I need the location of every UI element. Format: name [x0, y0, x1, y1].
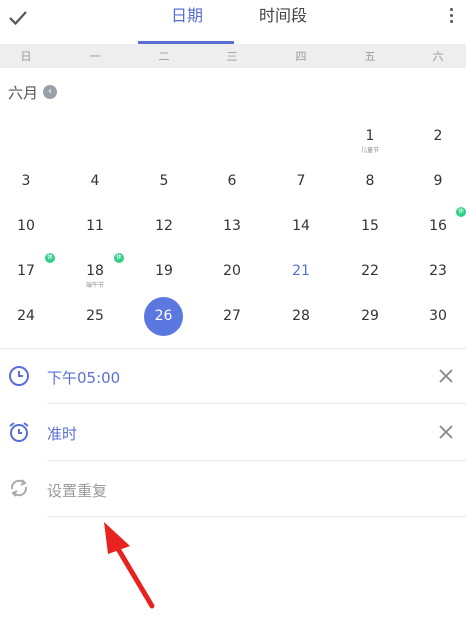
- rest-badge: 休: [456, 207, 466, 217]
- day-2[interactable]: 2: [418, 128, 458, 144]
- more-options-icon[interactable]: [448, 8, 454, 26]
- holiday-label: 端午节: [85, 282, 104, 289]
- clear-reminder-icon[interactable]: [437, 423, 455, 441]
- month-prev-icon[interactable]: ‹: [43, 85, 57, 99]
- repeat-icon: [10, 479, 28, 497]
- day-22[interactable]: 22: [350, 263, 390, 279]
- top-bar: 日期 时间段: [0, 0, 466, 44]
- day-18[interactable]: 18: [75, 263, 115, 279]
- weekday-tue: 二: [158, 50, 170, 63]
- day-27[interactable]: 27: [212, 308, 252, 324]
- day-17[interactable]: 17: [6, 263, 46, 279]
- day-8[interactable]: 8: [350, 173, 390, 189]
- red-arrow-icon: [104, 522, 155, 609]
- row-divider: [47, 460, 466, 461]
- day-29[interactable]: 29: [350, 308, 390, 324]
- month-label: 六月: [8, 84, 39, 102]
- day-1[interactable]: 1: [350, 128, 390, 144]
- day-20[interactable]: 20: [212, 263, 252, 279]
- day-16[interactable]: 16: [418, 218, 458, 234]
- check-icon[interactable]: [7, 7, 29, 29]
- day-6[interactable]: 6: [212, 173, 252, 189]
- weekday-fri: 五: [364, 50, 376, 63]
- day-10[interactable]: 10: [6, 218, 46, 234]
- repeat-placeholder[interactable]: 设置重复: [47, 480, 107, 501]
- day-23[interactable]: 23: [418, 263, 458, 279]
- day-14[interactable]: 14: [281, 218, 321, 234]
- weekday-wed: 三: [226, 50, 238, 63]
- weekday-sat: 六: [432, 50, 444, 63]
- row-divider: [47, 403, 466, 404]
- day-30[interactable]: 30: [418, 308, 458, 324]
- rest-badge: 休: [114, 253, 124, 263]
- rest-badge: 休: [45, 253, 55, 263]
- clear-time-icon[interactable]: [437, 367, 455, 385]
- day-9[interactable]: 9: [418, 173, 458, 189]
- day-5[interactable]: 5: [144, 173, 184, 189]
- day-21[interactable]: 21: [281, 263, 321, 279]
- day-15[interactable]: 15: [350, 218, 390, 234]
- day-24[interactable]: 24: [6, 308, 46, 324]
- day-4[interactable]: 4: [75, 173, 115, 189]
- weekday-header: 日 一 二 三 四 五 六: [0, 44, 466, 68]
- holiday-label: 儿童节: [360, 147, 379, 154]
- time-value[interactable]: 下午05:00: [47, 367, 120, 388]
- day-26-selected[interactable]: 26: [144, 308, 183, 324]
- weekday-mon: 一: [89, 50, 101, 63]
- day-28[interactable]: 28: [281, 308, 321, 324]
- calendar-divider: [0, 348, 466, 349]
- tab-period[interactable]: 时间段: [259, 6, 307, 26]
- tab-date[interactable]: 日期: [171, 6, 203, 26]
- day-13[interactable]: 13: [212, 218, 252, 234]
- day-19[interactable]: 19: [144, 263, 184, 279]
- alarm-icon: [9, 422, 29, 442]
- day-3[interactable]: 3: [6, 173, 46, 189]
- day-11[interactable]: 11: [75, 218, 115, 234]
- clock-icon: [9, 366, 29, 386]
- weekday-thu: 四: [295, 50, 307, 63]
- day-12[interactable]: 12: [144, 218, 184, 234]
- weekday-sun: 日: [20, 50, 32, 63]
- day-7[interactable]: 7: [281, 173, 321, 189]
- day-25[interactable]: 25: [75, 308, 115, 324]
- row-divider: [47, 516, 466, 517]
- reminder-value[interactable]: 准时: [47, 423, 77, 444]
